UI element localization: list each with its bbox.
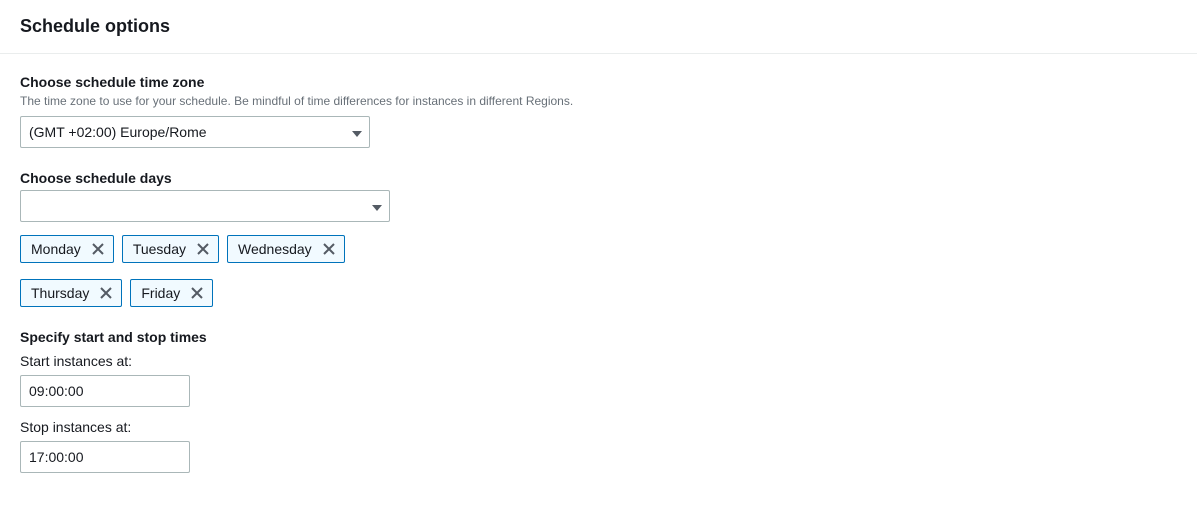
tag-tuesday: Tuesday	[122, 235, 219, 263]
tag-label: Wednesday	[238, 241, 312, 257]
timezone-description: The time zone to use for your schedule. …	[20, 94, 1177, 108]
close-icon[interactable]	[322, 242, 336, 256]
close-icon[interactable]	[196, 242, 210, 256]
days-select-value	[20, 190, 390, 222]
timezone-select-value: (GMT +02:00) Europe/Rome	[20, 116, 370, 148]
page-title: Schedule options	[20, 16, 1177, 37]
timezone-field: Choose schedule time zone The time zone …	[20, 74, 1177, 148]
tag-label: Monday	[31, 241, 81, 257]
tag-label: Thursday	[31, 285, 89, 301]
timezone-label: Choose schedule time zone	[20, 74, 1177, 90]
close-icon[interactable]	[99, 286, 113, 300]
stop-time-input[interactable]	[20, 441, 190, 473]
tag-wednesday: Wednesday	[227, 235, 345, 263]
tag-label: Friday	[141, 285, 180, 301]
days-label: Choose schedule days	[20, 170, 1177, 186]
tag-label: Tuesday	[133, 241, 186, 257]
times-field: Specify start and stop times Start insta…	[20, 329, 1177, 473]
tag-thursday: Thursday	[20, 279, 122, 307]
stop-time-group: Stop instances at:	[20, 419, 1177, 473]
panel-header: Schedule options	[0, 0, 1197, 54]
start-time-label: Start instances at:	[20, 353, 1177, 369]
selected-days-tags: Monday Tuesday Wednesday Thursday	[20, 235, 1177, 307]
tag-friday: Friday	[130, 279, 213, 307]
start-time-group: Start instances at:	[20, 353, 1177, 407]
close-icon[interactable]	[190, 286, 204, 300]
times-label: Specify start and stop times	[20, 329, 1177, 345]
start-time-input[interactable]	[20, 375, 190, 407]
stop-time-label: Stop instances at:	[20, 419, 1177, 435]
timezone-select[interactable]: (GMT +02:00) Europe/Rome	[20, 116, 370, 148]
close-icon[interactable]	[91, 242, 105, 256]
panel-content: Choose schedule time zone The time zone …	[0, 54, 1197, 515]
days-select[interactable]	[20, 190, 390, 222]
tag-monday: Monday	[20, 235, 114, 263]
days-field: Choose schedule days Monday Tuesday We	[20, 170, 1177, 307]
